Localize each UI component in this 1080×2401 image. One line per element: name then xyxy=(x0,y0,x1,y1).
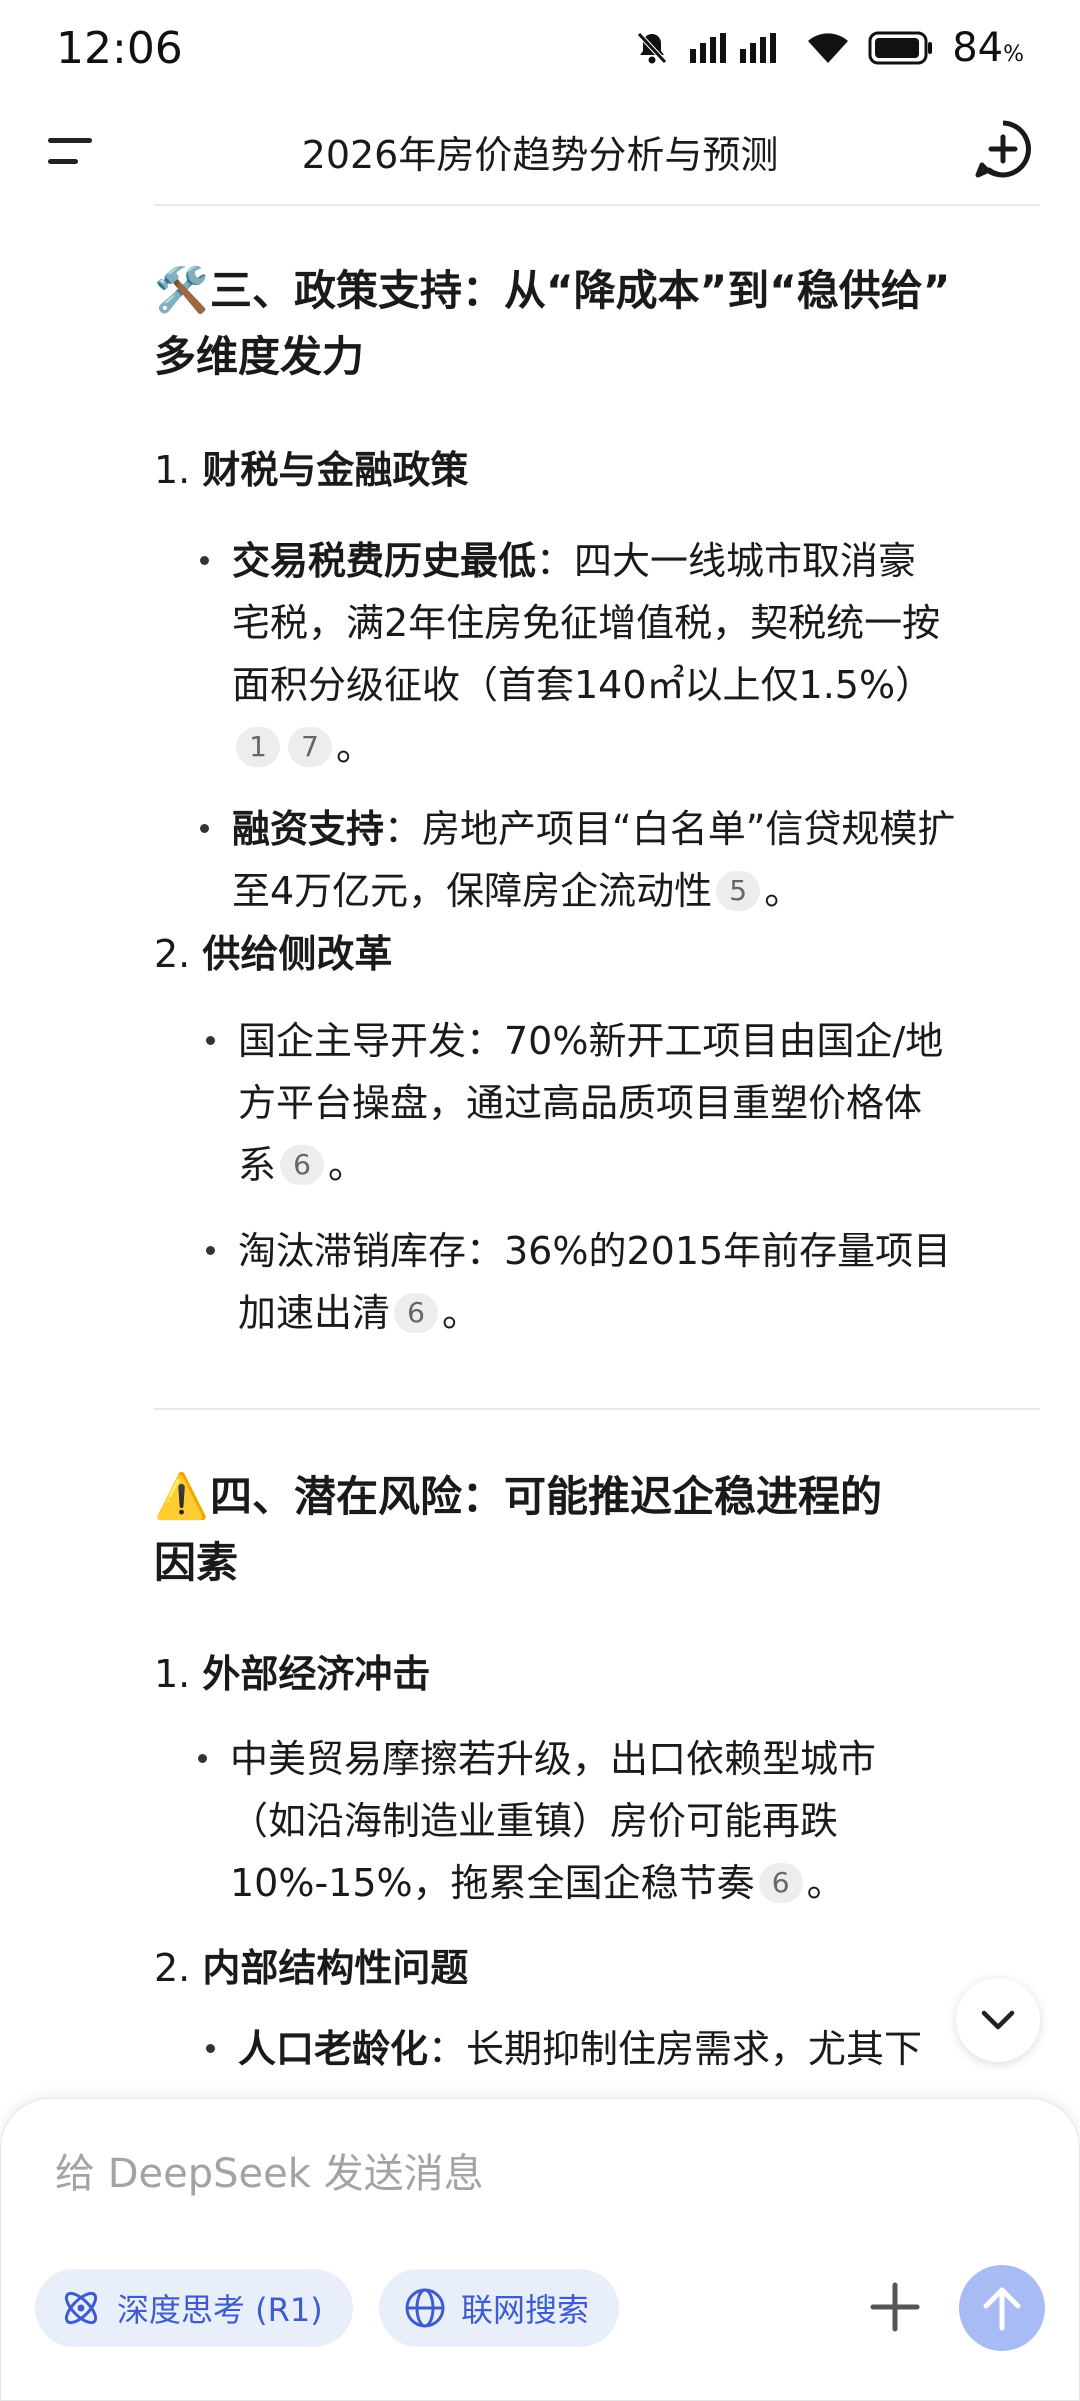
list-item: 人口老龄化：长期抑制住房需求，尤其下 xyxy=(206,2018,1080,2080)
deep-think-button[interactable]: 深度思考 (R1) xyxy=(35,2269,353,2347)
signal-icon xyxy=(690,33,777,63)
send-button[interactable] xyxy=(959,2265,1045,2351)
list-item: 交易税费历史最低：四大一线城市取消豪 宅税，满2年住房免征增值税，契税统一按 面… xyxy=(200,530,1080,778)
page-title: 2026年房价趋势分析与预测 xyxy=(301,132,779,177)
list-item: 融资支持：房地产项目“白名单”信贷规模扩 至4万亿元，保障房企流动性 5。 xyxy=(200,798,1080,922)
atom-icon xyxy=(64,2291,98,2325)
chat-content[interactable]: 🛠️三、政策支持：从“降成本”到“稳供给” 多维度发力 1. 财税与金融政策 交… xyxy=(0,208,1080,2098)
message-composer: 深度思考 (R1) 联网搜索 xyxy=(0,2098,1080,2401)
status-bar: 12:06 84% xyxy=(0,0,1080,96)
section-heading-risks: ⚠️四、潜在风险：可能推迟企稳进程的 因素 xyxy=(154,1464,1040,1596)
battery-percent: 84% xyxy=(952,25,1024,71)
tools-icon: 🛠️ xyxy=(154,265,209,316)
globe-icon xyxy=(405,2288,445,2328)
status-icons: 84% xyxy=(634,25,1024,71)
menu-button[interactable] xyxy=(48,128,98,174)
web-search-button[interactable]: 联网搜索 xyxy=(379,2269,620,2347)
mute-bell-icon xyxy=(637,32,668,64)
chevron-down-icon xyxy=(981,2010,1015,2030)
section-heading-policy: 🛠️三、政策支持：从“降成本”到“稳供给” 多维度发力 xyxy=(154,258,1040,390)
list-item: 2. 内部结构性问题 xyxy=(154,1946,469,1990)
list-item: 2. 供给侧改革 xyxy=(154,932,393,976)
menu-icon xyxy=(48,138,92,143)
citation-badge[interactable]: 7 xyxy=(288,727,332,767)
citation-badge[interactable]: 6 xyxy=(758,1863,803,1903)
attach-plus-icon[interactable] xyxy=(865,2277,925,2337)
battery-icon xyxy=(868,31,933,65)
citation-badge[interactable]: 5 xyxy=(716,871,761,911)
wifi-icon xyxy=(808,33,849,63)
arrow-up-icon xyxy=(983,2287,1021,2331)
section-divider xyxy=(154,1408,1040,1410)
warning-icon: ⚠️ xyxy=(154,1471,209,1522)
deep-think-label: 深度思考 (R1) xyxy=(117,2291,323,2329)
message-input[interactable] xyxy=(55,2139,955,2209)
status-time: 12:06 xyxy=(56,22,183,74)
list-item: 淘汰滞销库存：36%的2015年前存量项目 加速出清 6。 xyxy=(206,1220,1080,1344)
chat-header: 2026年房价趋势分析与预测 xyxy=(0,96,1080,206)
scroll-to-bottom-button[interactable] xyxy=(956,1978,1040,2062)
citation-badge[interactable]: 6 xyxy=(394,1293,439,1333)
list-item: 1. 外部经济冲击 xyxy=(154,1652,431,1696)
new-chat-icon[interactable] xyxy=(972,118,1034,180)
list-item: 中美贸易摩擦若升级，出口依赖型城市 （如沿海制造业重镇）房价可能再跌 10%-1… xyxy=(198,1728,1080,1914)
web-search-label: 联网搜索 xyxy=(461,2291,590,2329)
list-item: 1. 财税与金融政策 xyxy=(154,448,469,492)
citation-badge[interactable]: 6 xyxy=(280,1145,325,1185)
header-divider xyxy=(154,204,1040,206)
citation-badge[interactable]: 1 xyxy=(236,727,280,767)
list-item: 国企主导开发：70%新开工项目由国企/地 方平台操盘，通过高品质项目重塑价格体 … xyxy=(206,1010,1080,1196)
